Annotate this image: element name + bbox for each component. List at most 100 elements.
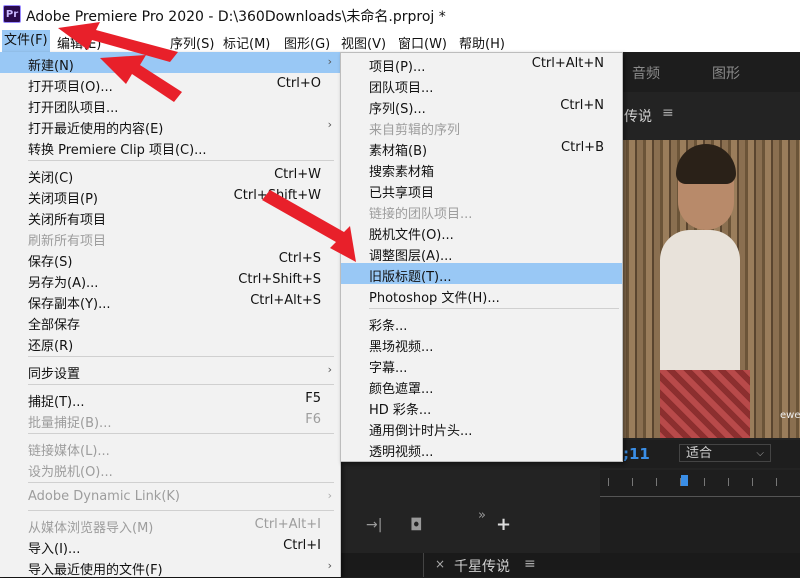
file_menu-item-5[interactable]: 转换 Premiere Clip 项目(C)... xyxy=(0,136,340,158)
new_menu-item-8: 链接的团队项目... xyxy=(341,200,622,222)
menu-item-shortcut: Ctrl+Alt+N xyxy=(531,56,604,71)
file_menu-item-14[interactable]: 全部保存 xyxy=(0,311,340,333)
menu-item-label: 导入(I)... xyxy=(28,542,81,557)
new_menu-item-18[interactable]: HD 彩条... xyxy=(341,396,622,418)
file_menu-item-8[interactable]: 关闭项目(P) Ctrl+Shift+W xyxy=(0,185,340,207)
file_menu-item-23: 设为脱机(O)... xyxy=(0,458,340,480)
menu-item-shortcut: Ctrl+W xyxy=(274,167,321,182)
menubar-item-5[interactable]: 图形(G) xyxy=(284,33,330,52)
new_menu-item-6[interactable]: 搜索素材箱 xyxy=(341,158,622,180)
chevron-right-icon: › xyxy=(327,559,332,572)
menu-bar: 文件(F) 编辑(E) 序列(S) 标记(M) 图形(G) 视图(V) 窗口(W) 帮助(H) xyxy=(0,30,800,52)
file_menu-item-15[interactable]: 还原(R) xyxy=(0,332,340,354)
chevron-down-icon: ⌵ xyxy=(756,448,764,459)
file_menu-item-4[interactable]: 打开最近使用的内容(E) › xyxy=(0,115,340,137)
new_menu-item-1[interactable]: 项目(P)... Ctrl+Alt+N xyxy=(341,53,622,75)
menu-item-label: 另存为(A)... xyxy=(28,276,99,291)
file_menu-item-12[interactable]: 另存为(A)... Ctrl+Shift+S xyxy=(0,269,340,291)
menu-item-label: 保存(S) xyxy=(28,255,73,270)
tabbar-divider xyxy=(423,553,424,577)
menu-item-label: 搜索素材箱 xyxy=(369,165,435,180)
file_menu-item-10: 刷新所有项目 xyxy=(0,227,340,249)
timeline-tab-label[interactable]: 千星传说 xyxy=(454,556,510,576)
file_menu-item-25: Adobe Dynamic Link(K) › xyxy=(0,486,340,507)
file_menu-item-1[interactable]: 新建(N) › xyxy=(0,52,340,74)
menu-item-label: 链接媒体(L)... xyxy=(28,444,110,459)
menu-item-label: 通用倒计时片头... xyxy=(369,424,473,439)
new_menu-item-3[interactable]: 序列(S)... Ctrl+N xyxy=(341,95,622,117)
menu-item-label: 打开团队项目... xyxy=(28,101,119,116)
chevron-right-icon: › xyxy=(327,363,332,376)
file_menu-item-29[interactable]: 导入最近使用的文件(F) › xyxy=(0,556,340,578)
file_menu-item-11[interactable]: 保存(S) Ctrl+S xyxy=(0,248,340,270)
menu-item-label: 同步设置 xyxy=(28,367,81,382)
menu-item-label: 关闭所有项目 xyxy=(28,213,107,228)
menu-item-label: 还原(R) xyxy=(28,339,74,354)
file_menu-item-13[interactable]: 保存副本(Y)... Ctrl+Alt+S xyxy=(0,290,340,312)
file_menu-item-22: 链接媒体(L)... xyxy=(0,437,340,459)
panel-menu-icon[interactable]: ≡ xyxy=(662,105,674,121)
zoom-fit-label: 适合 xyxy=(686,446,713,461)
menubar-item-3[interactable]: 序列(S) xyxy=(170,33,214,52)
menu-item-shortcut: Ctrl+I xyxy=(283,538,321,553)
menu-item-shortcut: Ctrl+N xyxy=(560,98,604,113)
new_menu-item-5[interactable]: 素材箱(B) Ctrl+B xyxy=(341,137,622,159)
menubar-item-1[interactable]: 文件(F) xyxy=(2,30,50,52)
file_menu-item-9[interactable]: 关闭所有项目 xyxy=(0,206,340,228)
menu-item-label: 新建(N) xyxy=(28,59,74,74)
file_menu-item-7[interactable]: 关闭(C) Ctrl+W xyxy=(0,164,340,186)
menubar-item-4[interactable]: 标记(M) xyxy=(223,33,270,52)
close-icon[interactable]: × xyxy=(435,557,445,571)
video-preview: ewe xyxy=(620,140,800,438)
menubar-item-8[interactable]: 帮助(H) xyxy=(459,33,505,52)
new_menu-item-16[interactable]: 字幕... xyxy=(341,354,622,376)
new_menu-item-17[interactable]: 颜色遮罩... xyxy=(341,375,622,397)
new_menu-item-10[interactable]: 调整图层(A)... xyxy=(341,242,622,264)
more-controls-icon[interactable]: » xyxy=(478,508,486,523)
new_menu-item-14[interactable]: 彩条... xyxy=(341,312,622,334)
new_menu-item-20[interactable]: 透明视频... xyxy=(341,438,622,460)
file_menu-item-2[interactable]: 打开项目(O)... Ctrl+O xyxy=(0,73,340,95)
menubar-item-6[interactable]: 视图(V) xyxy=(341,33,386,52)
menu-item-label: 黑场视频... xyxy=(369,340,434,355)
tab-audio[interactable]: 音频 xyxy=(632,63,660,83)
add-button-icon[interactable]: + xyxy=(496,514,511,535)
timeline-tabbar xyxy=(340,553,800,577)
new_menu-item-15[interactable]: 黑场视频... xyxy=(341,333,622,355)
menu-separator xyxy=(28,356,334,357)
new_menu-item-2[interactable]: 团队项目... xyxy=(341,74,622,96)
file_menu-item-19[interactable]: 捕捉(T)... F5 xyxy=(0,388,340,410)
menu-item-label: 转换 Premiere Clip 项目(C)... xyxy=(28,143,207,158)
menu-item-label: 彩条... xyxy=(369,319,408,334)
zoom-fit-select[interactable]: 适合 ⌵ xyxy=(679,444,771,462)
menu-item-label: 项目(P)... xyxy=(369,60,426,75)
menu-item-shortcut: Ctrl+S xyxy=(278,251,321,266)
menubar-item-7[interactable]: 窗口(W) xyxy=(398,33,447,52)
menu-item-shortcut: Ctrl+Alt+I xyxy=(254,517,321,532)
new-submenu: 项目(P)... Ctrl+Alt+N 团队项目... 序列(S)... Ctrl+N 来… xyxy=(340,52,623,462)
program-monitor-title[interactable]: 传说 xyxy=(624,106,652,126)
timeline-menu-icon[interactable]: ≡ xyxy=(524,556,536,572)
export-frame-icon[interactable]: ◘ xyxy=(410,515,423,534)
new_menu-item-11[interactable]: 旧版标题(T)... xyxy=(341,263,622,285)
new_menu-item-19[interactable]: 通用倒计时片头... xyxy=(341,417,622,439)
file_menu-item-28[interactable]: 导入(I)... Ctrl+I xyxy=(0,535,340,557)
menubar-item-2[interactable]: 编辑(E) xyxy=(57,33,101,52)
new_menu-item-9[interactable]: 脱机文件(O)... xyxy=(341,221,622,243)
file_menu-item-3[interactable]: 打开团队项目... xyxy=(0,94,340,116)
insert-icon[interactable]: →| xyxy=(366,517,382,533)
chevron-right-icon: › xyxy=(327,118,332,131)
menu-item-label: 颜色遮罩... xyxy=(369,382,434,397)
new_menu-item-12[interactable]: Photoshop 文件(H)... xyxy=(341,284,622,306)
playhead-marker[interactable] xyxy=(681,475,688,486)
menu-item-label: 已共享项目 xyxy=(369,186,435,201)
playhead-timecode[interactable]: ;11 xyxy=(623,445,650,463)
file_menu-item-27: 从媒体浏览器导入(M) Ctrl+Alt+I xyxy=(0,514,340,536)
file_menu-item-17[interactable]: 同步设置 › xyxy=(0,360,340,382)
menu-separator xyxy=(28,482,334,483)
tab-graphics[interactable]: 图形 xyxy=(712,63,740,83)
menu-item-label: Adobe Dynamic Link(K) xyxy=(28,489,181,504)
menu-item-label: 全部保存 xyxy=(28,318,81,333)
menu-item-label: 打开项目(O)... xyxy=(28,80,113,95)
new_menu-item-7[interactable]: 已共享项目 xyxy=(341,179,622,201)
